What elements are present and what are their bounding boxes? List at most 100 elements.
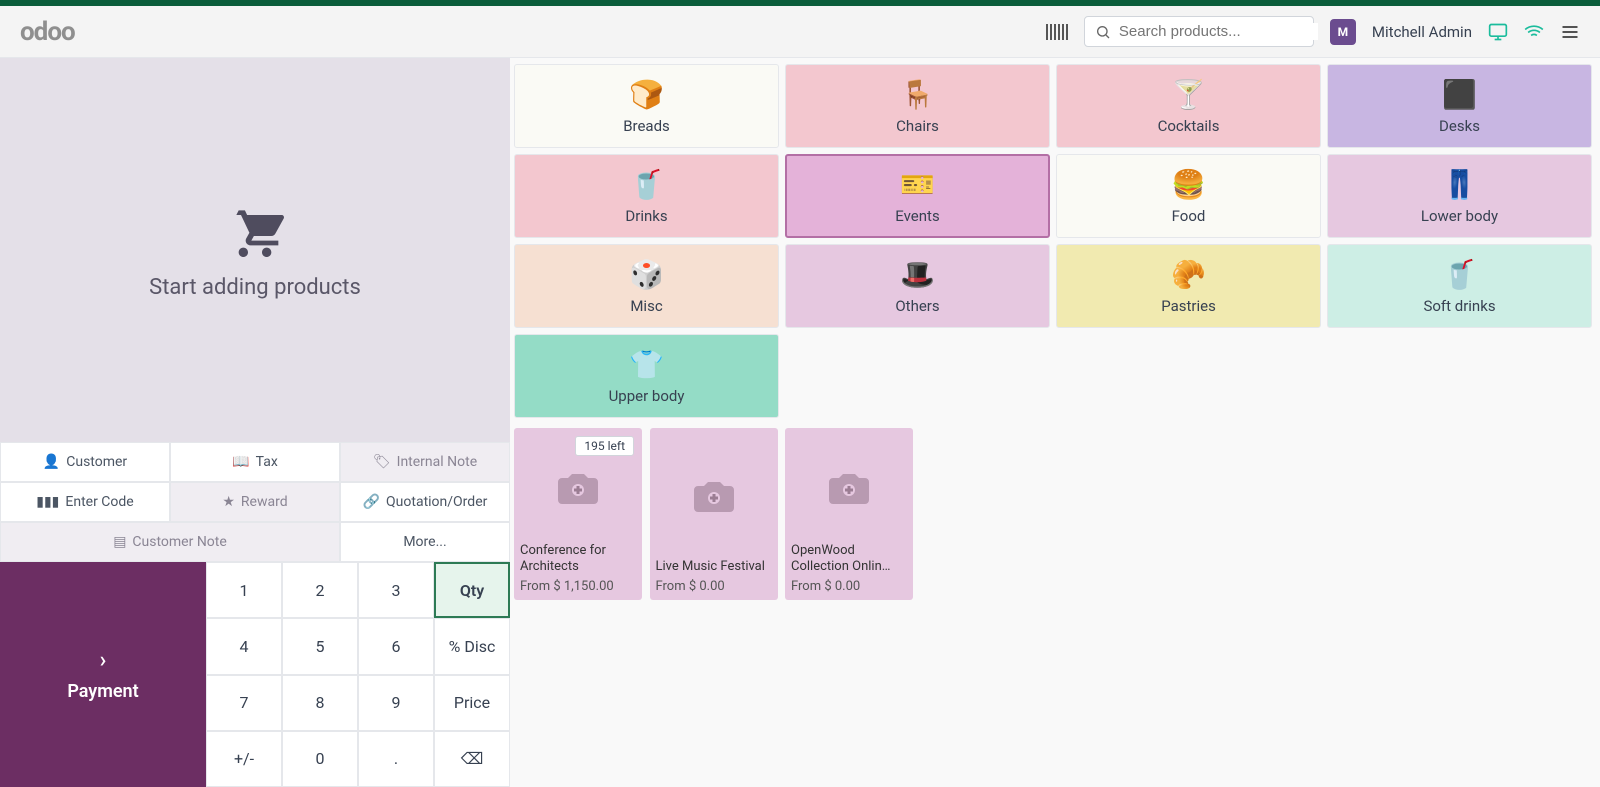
numpad-key--[interactable]: . bbox=[358, 731, 434, 787]
internal-note-button[interactable]: 🏷Internal Note bbox=[340, 442, 510, 482]
category-label: Food bbox=[1172, 207, 1206, 225]
category-icon: 🍔 bbox=[1171, 168, 1206, 201]
category-label: Upper body bbox=[609, 387, 685, 405]
book-icon: 📖 bbox=[232, 454, 249, 470]
category-label: Cocktails bbox=[1158, 117, 1220, 135]
numpad-key-7[interactable]: 7 bbox=[206, 675, 282, 731]
user-name[interactable]: Mitchell Admin bbox=[1372, 23, 1472, 41]
customer-note-button[interactable]: ▤Customer Note bbox=[0, 522, 340, 562]
product-name: OpenWood Collection Onlin… bbox=[791, 543, 907, 576]
quotation-button[interactable]: 🔗Quotation/Order bbox=[340, 482, 510, 522]
category-food[interactable]: 🍔 Food bbox=[1056, 154, 1321, 238]
app-header: odoo M Mitchell Admin bbox=[0, 6, 1600, 58]
numpad-key--[interactable]: +/- bbox=[206, 731, 282, 787]
person-icon: 👤 bbox=[43, 454, 60, 470]
category-label: Drinks bbox=[625, 207, 667, 225]
chevron-right-icon: › bbox=[100, 648, 107, 673]
product-card[interactable]: 195 left Conference for Architects From $ … bbox=[514, 428, 642, 600]
stock-badge: 195 left bbox=[575, 436, 634, 456]
numpad-key-4[interactable]: 4 bbox=[206, 618, 282, 674]
search-box[interactable] bbox=[1084, 16, 1314, 47]
note-icon: ▤ bbox=[113, 534, 126, 550]
category-icon: 🥤 bbox=[1442, 258, 1477, 291]
numpad-key-price[interactable]: Price bbox=[434, 675, 510, 731]
search-icon bbox=[1095, 24, 1111, 40]
customer-button[interactable]: 👤Customer bbox=[0, 442, 170, 482]
wifi-icon[interactable] bbox=[1524, 22, 1544, 42]
numpad-key-5[interactable]: 5 bbox=[282, 618, 358, 674]
category-label: Misc bbox=[630, 297, 662, 315]
order-actions: 👤Customer 📖Tax 🏷Internal Note ▮▮▮Enter C… bbox=[0, 442, 510, 562]
category-lower-body[interactable]: 👖Lower body bbox=[1327, 154, 1592, 238]
category-icon: 🎫 bbox=[900, 168, 935, 201]
category-label: Events bbox=[895, 207, 939, 225]
product-card[interactable]: Live Music Festival From $ 0.00 bbox=[650, 428, 778, 600]
product-row: 195 left Conference for Architects From $ … bbox=[514, 428, 1592, 600]
avatar[interactable]: M bbox=[1330, 19, 1356, 45]
category-desks[interactable]: ⬛ Desks bbox=[1327, 64, 1592, 148]
reward-button[interactable]: ★Reward bbox=[170, 482, 340, 522]
category-upper-body[interactable]: 👕 Upper body bbox=[514, 334, 779, 418]
numpad: 123Qty 456% Disc 789Price +/-0.⌫ bbox=[206, 562, 510, 787]
category-label: Lower body bbox=[1421, 207, 1498, 225]
category-events[interactable]: 🎫 Events bbox=[785, 154, 1050, 238]
product-price: From $ 0.00 bbox=[656, 579, 772, 594]
category-icon: 🥤 bbox=[629, 168, 664, 201]
product-card[interactable]: OpenWood Collection Onlin… From $ 0.00 bbox=[785, 428, 913, 600]
category-label: Others bbox=[895, 297, 939, 315]
numpad-key-1[interactable]: 1 bbox=[206, 562, 282, 618]
category-soft-drinks[interactable]: 🥤 Soft drinks bbox=[1327, 244, 1592, 328]
category-breads[interactable]: 🍞 Breads bbox=[514, 64, 779, 148]
category-icon: 🪑 bbox=[900, 78, 935, 111]
product-price: From $ 1,150.00 bbox=[520, 579, 636, 594]
category-icon: 👕 bbox=[629, 348, 664, 381]
category-drinks[interactable]: 🥤 Drinks bbox=[514, 154, 779, 238]
numpad-key--[interactable]: ⌫ bbox=[434, 731, 510, 787]
numpad-key-3[interactable]: 3 bbox=[358, 562, 434, 618]
product-name: Conference for Architects bbox=[520, 543, 636, 576]
category-icon: 🍞 bbox=[629, 78, 664, 111]
category-misc[interactable]: 🎲Misc bbox=[514, 244, 779, 328]
category-chairs[interactable]: 🪑 Chairs bbox=[785, 64, 1050, 148]
numpad-key-6[interactable]: 6 bbox=[358, 618, 434, 674]
search-input[interactable] bbox=[1119, 23, 1318, 40]
cart-icon bbox=[223, 201, 287, 257]
category-grid: 🍞 Breads 🪑 Chairs 🍸 Cocktails ⬛ Desks 🥤 Drinks 🎫 Ev… bbox=[514, 58, 1592, 418]
enter-code-button[interactable]: ▮▮▮Enter Code bbox=[0, 482, 170, 522]
category-others[interactable]: 🎩 Others bbox=[785, 244, 1050, 328]
barcode-small-icon: ▮▮▮ bbox=[36, 494, 59, 510]
order-panel: Start adding products 👤Customer 📖Tax 🏷In… bbox=[0, 58, 510, 787]
more-button[interactable]: More... bbox=[340, 522, 510, 562]
category-icon: 🥐 bbox=[1171, 258, 1206, 291]
category-cocktails[interactable]: 🍸 Cocktails bbox=[1056, 64, 1321, 148]
tax-button[interactable]: 📖Tax bbox=[170, 442, 340, 482]
payment-button[interactable]: › Payment bbox=[0, 562, 206, 787]
hamburger-icon[interactable] bbox=[1560, 22, 1580, 42]
numpad-key-0[interactable]: 0 bbox=[282, 731, 358, 787]
product-name: Live Music Festival bbox=[656, 559, 772, 575]
product-price: From $ 0.00 bbox=[791, 579, 907, 594]
category-icon: 🎩 bbox=[900, 258, 935, 291]
numpad-key-2[interactable]: 2 bbox=[282, 562, 358, 618]
numpad-key-9[interactable]: 9 bbox=[358, 675, 434, 731]
tag-icon: 🏷 bbox=[373, 454, 391, 470]
monitor-icon[interactable] bbox=[1488, 22, 1508, 42]
category-icon: 🍸 bbox=[1171, 78, 1206, 111]
category-pastries[interactable]: 🥐 Pastries bbox=[1056, 244, 1321, 328]
category-label: Breads bbox=[623, 117, 670, 135]
category-label: Pastries bbox=[1161, 297, 1216, 315]
category-label: Chairs bbox=[896, 117, 939, 135]
numpad-key--disc[interactable]: % Disc bbox=[434, 618, 510, 674]
numpad-key-8[interactable]: 8 bbox=[282, 675, 358, 731]
numpad-key-qty[interactable]: Qty bbox=[434, 562, 510, 618]
link-icon: 🔗 bbox=[363, 494, 380, 510]
category-label: Soft drinks bbox=[1423, 297, 1495, 315]
barcode-icon[interactable] bbox=[1046, 24, 1068, 40]
camera-plus-icon bbox=[791, 434, 907, 543]
empty-cart-area: Start adding products bbox=[0, 58, 510, 442]
star-icon: ★ bbox=[222, 494, 235, 510]
camera-plus-icon bbox=[656, 434, 772, 559]
category-icon: ⬛ bbox=[1442, 78, 1477, 111]
category-label: Desks bbox=[1439, 117, 1480, 135]
product-area: 🍞 Breads 🪑 Chairs 🍸 Cocktails ⬛ Desks 🥤 Drinks 🎫 Ev… bbox=[510, 58, 1600, 787]
